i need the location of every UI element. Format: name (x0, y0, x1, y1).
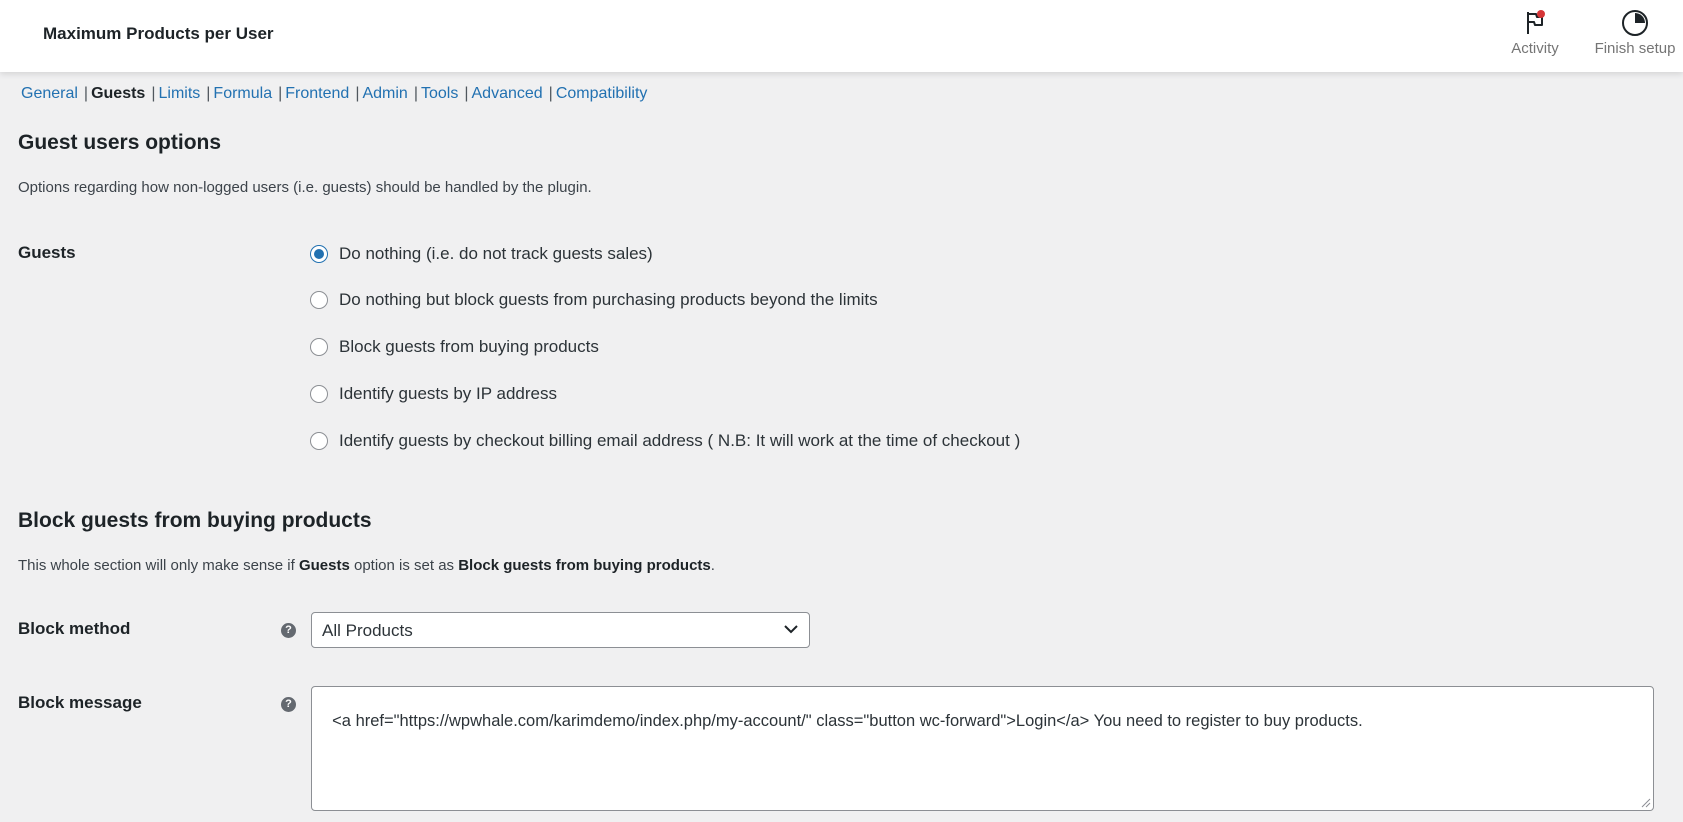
finish-setup-button[interactable]: Finish setup (1590, 8, 1680, 57)
subnav-separator: | (413, 85, 418, 102)
block-method-value: All Products (322, 621, 413, 640)
guest-section-description: Options regarding how non-logged users (… (18, 179, 592, 196)
help-icon[interactable]: ? (281, 697, 296, 712)
subnav-limits[interactable]: Limits (158, 85, 200, 102)
chevron-down-icon (784, 625, 798, 634)
block-message-textarea[interactable]: <a href="https://wpwhale.com/karimdemo/i… (311, 686, 1654, 811)
radio-label: Block guests from buying products (339, 337, 599, 356)
subnav-advanced[interactable]: Advanced (472, 85, 543, 102)
subnav-separator: | (355, 85, 360, 102)
subnav-separator: | (548, 85, 553, 102)
radio-button[interactable] (310, 291, 328, 309)
radio-button[interactable] (310, 338, 328, 356)
guests-option-identify-email[interactable]: Identify guests by checkout billing emai… (310, 429, 1020, 453)
subnav-frontend[interactable]: Frontend (285, 85, 349, 102)
subnav-separator: | (206, 85, 211, 102)
block-method-select[interactable]: All Products (311, 612, 810, 648)
guest-section-title: Guest users options (18, 131, 222, 154)
subnav-separator: | (83, 85, 89, 102)
block-message-value: <a href="https://wpwhale.com/karimdemo/i… (332, 712, 1363, 730)
guests-option-do-nothing[interactable]: Do nothing (i.e. do not track guests sal… (310, 242, 653, 266)
flag-icon (1520, 8, 1550, 38)
block-section-title: Block guests from buying products (18, 509, 372, 532)
activity-button[interactable]: Activity (1505, 8, 1565, 57)
settings-subnav: General | Guests | Limits | Formula | Frontend | A… (21, 85, 647, 103)
guests-option-block-beyond-limits[interactable]: Do nothing but block guests from purchas… (310, 288, 878, 312)
subnav-separator: | (464, 85, 469, 102)
page-title: Maximum Products per User (43, 24, 274, 43)
block-message-label: Block message (18, 693, 142, 712)
guests-option-block-buying[interactable]: Block guests from buying products (310, 335, 599, 359)
radio-label: Identify guests by IP address (339, 384, 557, 403)
subnav-guests: Guests (91, 85, 146, 102)
radio-button[interactable] (310, 432, 328, 450)
subnav-general[interactable]: General (21, 85, 78, 102)
top-bar: Maximum Products per User Activity Finis… (0, 0, 1683, 72)
finish-setup-label: Finish setup (1594, 40, 1676, 57)
radio-label: Do nothing but block guests from purchas… (339, 290, 878, 309)
radio-button[interactable] (310, 245, 328, 263)
radio-button[interactable] (310, 385, 328, 403)
subnav-separator: | (278, 85, 283, 102)
progress-pie-icon (1620, 8, 1650, 38)
notification-dot (1537, 10, 1545, 18)
subnav-tools[interactable]: Tools (421, 85, 458, 102)
block-method-label: Block method (18, 619, 131, 638)
block-section-description: This whole section will only make sense … (18, 557, 715, 574)
radio-label: Identify guests by checkout billing emai… (339, 431, 1021, 450)
subnav-admin[interactable]: Admin (362, 85, 407, 102)
subnav-formula[interactable]: Formula (213, 85, 272, 102)
help-icon[interactable]: ? (281, 623, 296, 638)
radio-label: Do nothing (i.e. do not track guests sal… (339, 244, 653, 263)
resize-handle-icon[interactable] (1641, 798, 1651, 808)
guests-option-identify-ip[interactable]: Identify guests by IP address (310, 382, 557, 406)
subnav-separator: | (151, 85, 156, 102)
subnav-compatibility[interactable]: Compatibility (556, 85, 648, 102)
activity-label: Activity (1511, 40, 1559, 57)
guests-field-label: Guests (18, 243, 76, 262)
